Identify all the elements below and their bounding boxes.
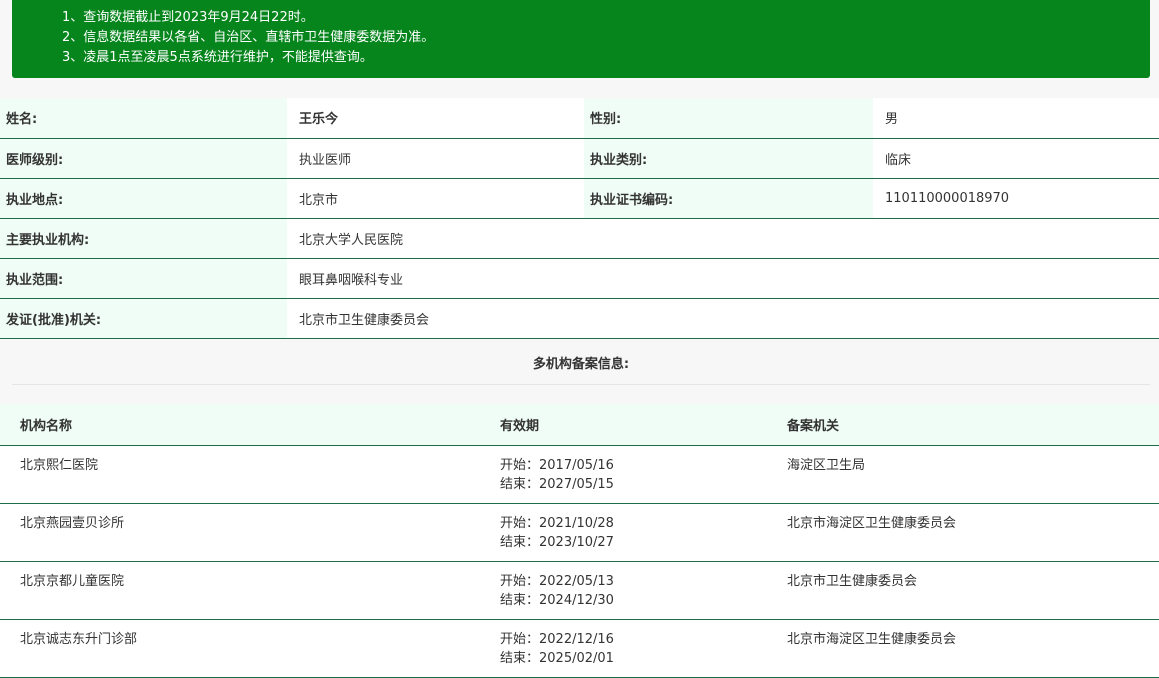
column-header: 有效期 — [500, 404, 787, 446]
validity-cell: 开始：2021/10/28 结束：2023/10/27 — [500, 503, 787, 562]
name-value: 王乐今 — [287, 98, 584, 139]
table-row: 医师级别: 执业医师 执业类别: 临床 — [0, 138, 1159, 179]
start-date: 开始：2022/05/13 — [500, 574, 614, 589]
validity-cell: 开始：2022/12/16 结束：2025/02/01 — [500, 619, 787, 678]
org-name: 北京诚志东升门诊部 — [0, 619, 500, 678]
name-label: 姓名: — [0, 98, 287, 139]
cert-label: 执业证书编码: — [584, 178, 873, 219]
org-name: 北京燕园壹贝诊所 — [0, 503, 500, 562]
table-row: 北京燕园壹贝诊所 开始：2021/10/28 结束：2023/10/27 北京市… — [0, 503, 1159, 562]
notice-line: 1、查询数据截止到2023年9月24日22时。 — [62, 10, 314, 25]
start-date: 开始：2017/05/16 — [500, 458, 614, 473]
scope-value: 眼耳鼻咽喉科专业 — [287, 258, 1159, 299]
multi-org-table: 机构名称 有效期 备案机关 北京熙仁医院 开始：2017/05/16 结束：20… — [0, 404, 1159, 678]
category-label: 执业类别: — [584, 138, 873, 179]
authority: 北京市海淀区卫生健康委员会 — [787, 503, 1159, 562]
cert-value: 110110000018970 — [873, 178, 1159, 219]
notice-line: 3、凌晨1点至凌晨5点系统进行维护，不能提供查询。 — [62, 50, 373, 65]
location-value: 北京市 — [287, 178, 584, 219]
issuer-label: 发证(批准)机关: — [0, 298, 287, 339]
end-date: 结束：2023/10/27 — [500, 535, 614, 550]
authority: 北京市卫生健康委员会 — [787, 561, 1159, 620]
category-value: 临床 — [873, 138, 1159, 179]
level-value: 执业医师 — [287, 138, 584, 179]
validity-cell: 开始：2022/05/13 结束：2024/12/30 — [500, 561, 787, 620]
table-row: 北京熙仁医院 开始：2017/05/16 结束：2027/05/15 海淀区卫生… — [0, 445, 1159, 504]
start-date: 开始：2021/10/28 — [500, 516, 614, 531]
end-date: 结束：2025/02/01 — [500, 651, 614, 666]
table-row: 北京诚志东升门诊部 开始：2022/12/16 结束：2025/02/01 北京… — [0, 619, 1159, 678]
org-name: 北京京都儿童医院 — [0, 561, 500, 620]
table-header-row: 机构名称 有效期 备案机关 — [0, 404, 1159, 446]
table-row: 主要执业机构: 北京大学人民医院 — [0, 218, 1159, 259]
notice-line: 2、信息数据结果以各省、自治区、直辖市卫生健康委数据为准。 — [62, 30, 435, 45]
gender-value: 男 — [873, 98, 1159, 139]
end-date: 结束：2024/12/30 — [500, 593, 614, 608]
institution-label: 主要执业机构: — [0, 218, 287, 259]
multi-org-title: 多机构备案信息: — [12, 346, 1150, 385]
institution-value: 北京大学人民医院 — [287, 218, 1159, 259]
end-date: 结束：2027/05/15 — [500, 477, 614, 492]
table-row: 执业地点: 北京市 执业证书编码: 110110000018970 — [0, 178, 1159, 219]
validity-cell: 开始：2017/05/16 结束：2027/05/15 — [500, 445, 787, 504]
authority: 北京市海淀区卫生健康委员会 — [787, 619, 1159, 678]
table-row: 执业范围: 眼耳鼻咽喉科专业 — [0, 258, 1159, 299]
start-date: 开始：2022/12/16 — [500, 632, 614, 647]
level-label: 医师级别: — [0, 138, 287, 179]
gender-label: 性别: — [584, 98, 873, 139]
scope-label: 执业范围: — [0, 258, 287, 299]
table-row: 北京京都儿童医院 开始：2022/05/13 结束：2024/12/30 北京市… — [0, 561, 1159, 620]
notice-banner: 1、查询数据截止到2023年9月24日22时。 2、信息数据结果以各省、自治区、… — [12, 0, 1150, 78]
doctor-info-table: 姓名: 王乐今 性别: 男 医师级别: 执业医师 执业类别: 临床 执业地点: … — [0, 98, 1159, 339]
table-row: 发证(批准)机关: 北京市卫生健康委员会 — [0, 298, 1159, 339]
column-header: 备案机关 — [787, 404, 1159, 446]
column-header: 机构名称 — [0, 404, 500, 446]
issuer-value: 北京市卫生健康委员会 — [287, 298, 1159, 339]
authority: 海淀区卫生局 — [787, 445, 1159, 504]
location-label: 执业地点: — [0, 178, 287, 219]
table-row: 姓名: 王乐今 性别: 男 — [0, 98, 1159, 139]
org-name: 北京熙仁医院 — [0, 445, 500, 504]
